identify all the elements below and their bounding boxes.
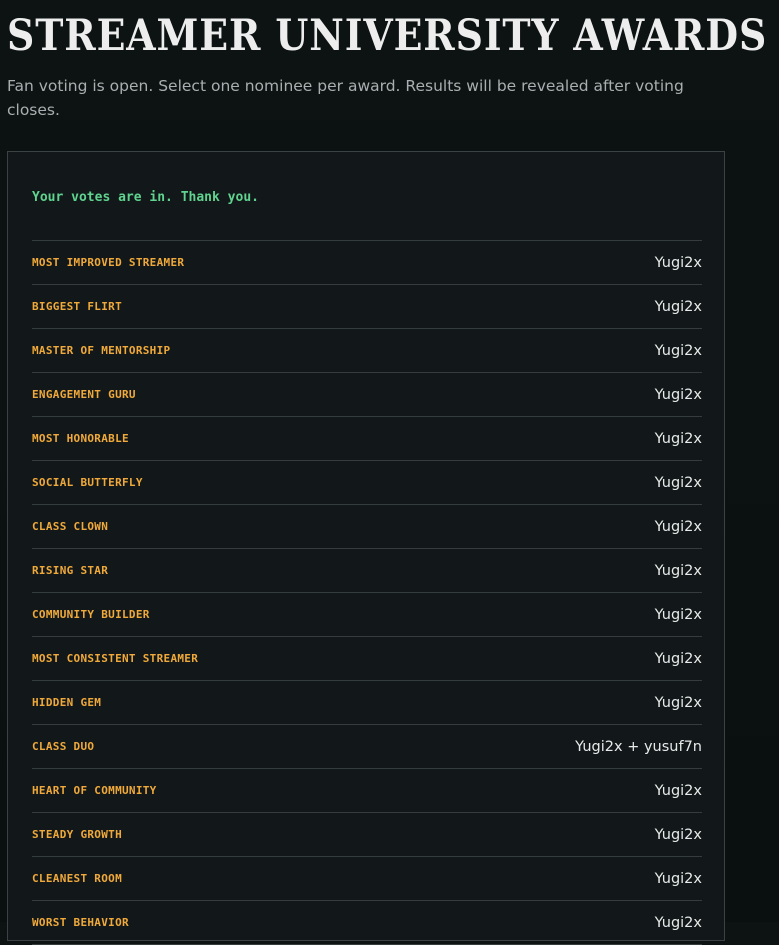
result-row: STEADY GROWTH Yugi2x [32,813,702,857]
result-row: COMMUNITY BUILDER Yugi2x [32,593,702,637]
selected-nominee: Yugi2x [654,430,702,447]
award-name: SOCIAL BUTTERFLY [32,476,143,489]
award-name: CLASS DUO [32,740,95,753]
selected-nominee: Yugi2x [654,254,702,271]
selected-nominee: Yugi2x [654,342,702,359]
award-name: STEADY GROWTH [32,828,122,841]
result-row: MOST HONORABLE Yugi2x [32,417,702,461]
result-row: CLASS CLOWN Yugi2x [32,505,702,549]
vote-results-list: MOST IMPROVED STREAMER Yugi2x BIGGEST FL… [32,240,702,945]
selected-nominee: Yugi2x [654,870,702,887]
award-name: BIGGEST FLIRT [32,300,122,313]
selected-nominee: Yugi2x [654,606,702,623]
result-row: CLASS DUO Yugi2x + yusuf7n [32,725,702,769]
award-name: CLASS CLOWN [32,520,109,533]
selected-nominee: Yugi2x [654,562,702,579]
selected-nominee: Yugi2x [654,914,702,931]
result-row: SOCIAL BUTTERFLY Yugi2x [32,461,702,505]
vote-confirmation-message: Your votes are in. Thank you. [32,190,259,205]
result-row: MASTER OF MENTORSHIP Yugi2x [32,329,702,373]
result-row: HIDDEN GEM Yugi2x [32,681,702,725]
award-name: WORST BEHAVIOR [32,916,129,929]
page-subtitle: Fan voting is open. Select one nominee p… [7,77,684,119]
selected-nominee: Yugi2x [654,650,702,667]
selected-nominee: Yugi2x [654,782,702,799]
award-name: MASTER OF MENTORSHIP [32,344,171,357]
result-row: BIGGEST FLIRT Yugi2x [32,285,702,329]
page-title: STREAMER UNIVERSITY AWARDS [7,11,768,61]
award-name: MOST HONORABLE [32,432,129,445]
award-name: MOST CONSISTENT STREAMER [32,652,199,665]
award-name: RISING STAR [32,564,109,577]
result-row: CLEANEST ROOM Yugi2x [32,857,702,901]
selected-nominee: Yugi2x [654,826,702,843]
result-row: WORST BEHAVIOR Yugi2x [32,901,702,945]
award-name: HEART OF COMMUNITY [32,784,157,797]
selected-nominee: Yugi2x [654,518,702,535]
selected-nominee: Yugi2x [654,474,702,491]
result-row: HEART OF COMMUNITY Yugi2x [32,769,702,813]
selected-nominee: Yugi2x [654,694,702,711]
award-name: ENGAGEMENT GURU [32,388,136,401]
selected-nominee: Yugi2x [654,298,702,315]
award-name: COMMUNITY BUILDER [32,608,150,621]
result-row: MOST CONSISTENT STREAMER Yugi2x [32,637,702,681]
result-row: RISING STAR Yugi2x [32,549,702,593]
award-name: HIDDEN GEM [32,696,102,709]
award-name: CLEANEST ROOM [32,872,122,885]
selected-nominee: Yugi2x [654,386,702,403]
selected-nominee: Yugi2x + yusuf7n [575,738,702,755]
award-name: MOST IMPROVED STREAMER [32,256,185,269]
result-row: ENGAGEMENT GURU Yugi2x [32,373,702,417]
result-row: MOST IMPROVED STREAMER Yugi2x [32,241,702,285]
votes-panel: Your votes are in. Thank you. MOST IMPRO… [7,151,725,945]
